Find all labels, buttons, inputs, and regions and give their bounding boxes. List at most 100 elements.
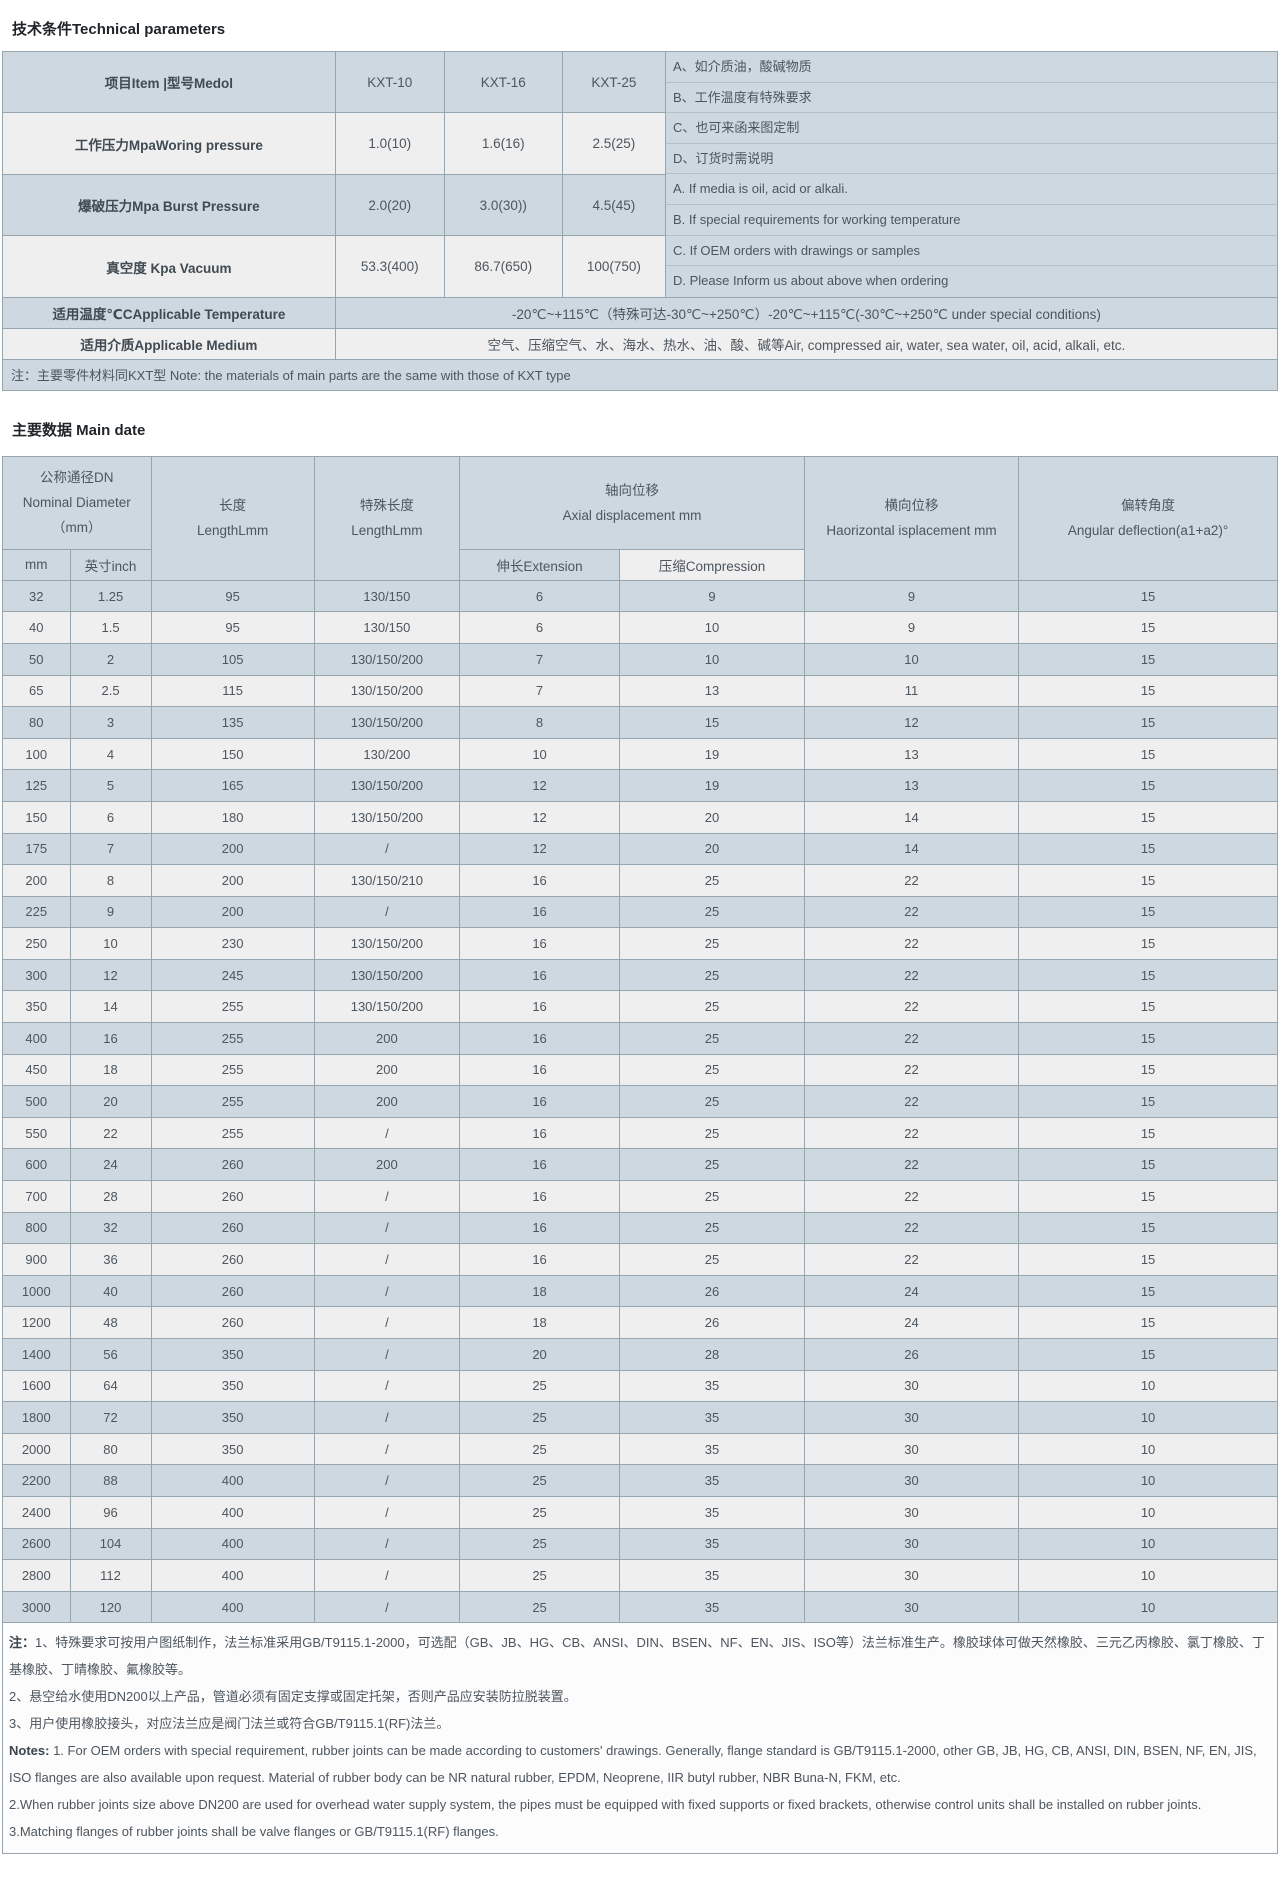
table-cell: 15 [1019, 928, 1278, 960]
model-kxt10-header: KXT-10 [335, 52, 444, 113]
table-row: 4001625520016252215 [3, 1023, 1278, 1055]
table-cell: 11 [804, 675, 1018, 707]
table-cell: 16 [460, 1181, 620, 1213]
table-cell: 35 [620, 1560, 805, 1592]
table-row: 6002426020016252215 [3, 1149, 1278, 1181]
table-cell: 25 [620, 896, 805, 928]
table-cell: 15 [1019, 738, 1278, 770]
table-cell: 25 [460, 1591, 620, 1623]
table-cell: 30 [804, 1560, 1018, 1592]
table-cell: 30 [804, 1433, 1018, 1465]
table-cell: 9 [70, 896, 151, 928]
table-row: 220088400/25353010 [3, 1465, 1278, 1497]
side-note-line: C. If OEM orders with drawings or sample… [666, 236, 1277, 267]
table-cell: 15 [1019, 1181, 1278, 1213]
table-cell: 28 [70, 1181, 151, 1213]
table-cell: 130/150/210 [314, 865, 459, 897]
model-kxt16-header: KXT-16 [444, 52, 562, 113]
table-cell: / [314, 896, 459, 928]
table-cell: 24 [804, 1275, 1018, 1307]
table-cell: / [314, 1402, 459, 1434]
table-cell: 19 [620, 770, 805, 802]
table-cell: 250 [3, 928, 71, 960]
burst-pressure-kxt16: 3.0(30)) [444, 174, 562, 235]
table-cell: 12 [460, 833, 620, 865]
working-pressure-kxt25: 2.5(25) [562, 113, 665, 174]
table-cell: 96 [70, 1496, 151, 1528]
table-cell: 35 [620, 1402, 805, 1434]
table-cell: 40 [70, 1275, 151, 1307]
table-cell: 25 [620, 1023, 805, 1055]
table-row: 321.2595130/15069915 [3, 580, 1278, 612]
table-cell: 25 [620, 1244, 805, 1276]
table-row: 1255165130/150/20012191315 [3, 770, 1278, 802]
technical-parameters-table: 项目Item |型号Medol KXT-10 KXT-16 KXT-25 A、如… [2, 51, 1278, 391]
table-cell: 80 [70, 1433, 151, 1465]
table-cell: 12 [460, 770, 620, 802]
special-length-header-line: 特殊长度 [316, 493, 458, 518]
table-cell: 9 [804, 612, 1018, 644]
table-cell: 260 [151, 1244, 314, 1276]
table-cell: / [314, 1370, 459, 1402]
working-pressure-kxt10: 1.0(10) [335, 113, 444, 174]
table-cell: 16 [460, 896, 620, 928]
table-cell: 130/150/200 [314, 991, 459, 1023]
table-cell: 22 [804, 1117, 1018, 1149]
table-cell: 260 [151, 1275, 314, 1307]
table-cell: 7 [460, 643, 620, 675]
table-cell: 16 [460, 1023, 620, 1055]
side-note-line: B. If special requirements for working t… [666, 205, 1277, 236]
table-cell: 10 [1019, 1528, 1278, 1560]
table-cell: 15 [1019, 643, 1278, 675]
page: 技术条件Technical parameters 项目Item |型号Medol… [0, 0, 1280, 1854]
table-cell: 48 [70, 1307, 151, 1339]
table-cell: 35 [620, 1496, 805, 1528]
table-cell: 260 [151, 1149, 314, 1181]
table-cell: 1800 [3, 1402, 71, 1434]
table-cell: 30 [804, 1528, 1018, 1560]
horizontal-header-line: 横向位移 [806, 493, 1017, 518]
table-cell: 550 [3, 1117, 71, 1149]
table-row: 502105130/150/2007101015 [3, 643, 1278, 675]
table-cell: 12 [70, 959, 151, 991]
table-row: 803135130/150/2008151215 [3, 707, 1278, 739]
length-header-line: 长度 [153, 493, 313, 518]
table-cell: 10 [1019, 1370, 1278, 1402]
table-cell: 25 [460, 1496, 620, 1528]
table-cell: 26 [620, 1307, 805, 1339]
table-cell: / [314, 1339, 459, 1371]
table-cell: 1200 [3, 1307, 71, 1339]
table-cell: 350 [151, 1402, 314, 1434]
table-cell: 2000 [3, 1433, 71, 1465]
table-cell: 10 [1019, 1591, 1278, 1623]
table-cell: 15 [1019, 770, 1278, 802]
table-cell: 36 [70, 1244, 151, 1276]
table-cell: / [314, 1560, 459, 1592]
table-row: 1004150130/20010191315 [3, 738, 1278, 770]
table-cell: 1000 [3, 1275, 71, 1307]
note-paragraph: 2.When rubber joints size above DN200 ar… [9, 1791, 1267, 1818]
table-cell: 72 [70, 1402, 151, 1434]
table-cell: / [314, 1181, 459, 1213]
table-cell: 3 [70, 707, 151, 739]
table-cell: 800 [3, 1212, 71, 1244]
angular-header-line: Angular deflection(a1+a2)° [1020, 518, 1276, 543]
table-cell: 16 [460, 1054, 620, 1086]
burst-pressure-kxt10: 2.0(20) [335, 174, 444, 235]
table-cell: 350 [3, 991, 71, 1023]
table-cell: 5 [70, 770, 151, 802]
table-cell: 15 [1019, 801, 1278, 833]
note-paragraph: 3.Matching flanges of rubber joints shal… [9, 1818, 1267, 1845]
table-cell: 95 [151, 580, 314, 612]
table-cell: 18 [460, 1307, 620, 1339]
table-cell: 130/150/200 [314, 928, 459, 960]
note-paragraph: Notes: 1. For OEM orders with special re… [9, 1737, 1267, 1791]
table-cell: 25 [460, 1465, 620, 1497]
table-cell: 22 [804, 1181, 1018, 1213]
table-cell: 22 [804, 865, 1018, 897]
table-cell: 50 [3, 643, 71, 675]
angular-header-line: 偏转角度 [1020, 493, 1276, 518]
side-note-line: D. Please Inform us about above when ord… [666, 266, 1277, 297]
table-cell: 25 [460, 1370, 620, 1402]
table-cell: 22 [804, 1086, 1018, 1118]
